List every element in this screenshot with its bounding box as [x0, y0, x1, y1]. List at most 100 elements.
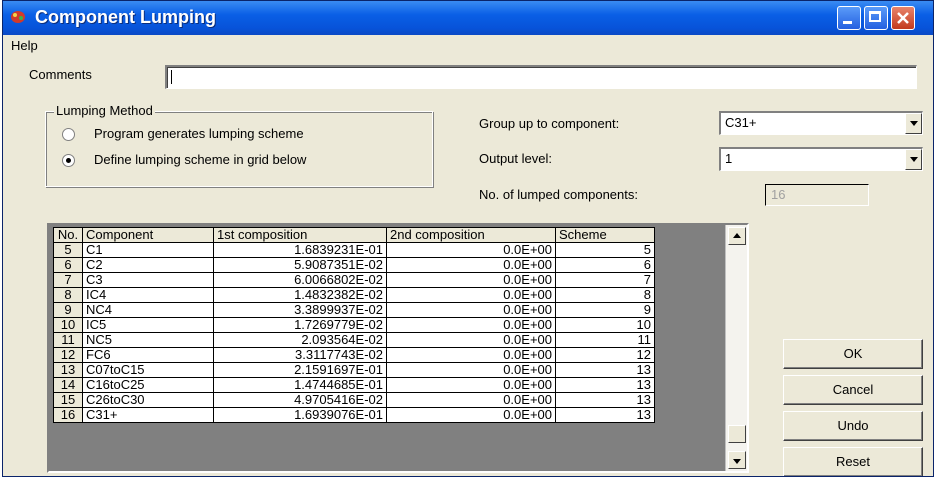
table-row: 16 C31+ 1.6939076E-01 0.0E+00 13: [53, 407, 655, 423]
cell-second-composition[interactable]: 0.0E+00: [386, 362, 556, 378]
cell-component[interactable]: NC5: [82, 332, 214, 348]
cell-second-composition[interactable]: 0.0E+00: [386, 257, 556, 273]
lumping-method-group: Lumping Method Program generates lumping…: [45, 103, 433, 187]
cell-second-composition[interactable]: 0.0E+00: [386, 317, 556, 333]
cell-scheme[interactable]: 7: [555, 272, 655, 288]
cell-second-composition[interactable]: 0.0E+00: [386, 377, 556, 393]
menu-bar: Help: [3, 35, 933, 57]
cell-component[interactable]: NC4: [82, 302, 214, 318]
cell-first-composition[interactable]: 1.7269779E-02: [213, 317, 387, 333]
scroll-thumb[interactable]: [728, 425, 746, 443]
header-component[interactable]: Component: [82, 227, 214, 243]
radio-define-scheme[interactable]: [62, 154, 75, 167]
cell-second-composition[interactable]: 0.0E+00: [386, 347, 556, 363]
cell-second-composition[interactable]: 0.0E+00: [386, 407, 556, 423]
cell-scheme[interactable]: 13: [555, 377, 655, 393]
cell-scheme[interactable]: 8: [555, 287, 655, 303]
cell-first-composition[interactable]: 5.9087351E-02: [213, 257, 387, 273]
cell-scheme[interactable]: 11: [555, 332, 655, 348]
comments-input[interactable]: [165, 65, 917, 89]
output-level-dropdown-button[interactable]: [905, 149, 922, 170]
cell-component[interactable]: C07toC15: [82, 362, 214, 378]
app-icon: [11, 11, 25, 23]
cell-no: 16: [53, 407, 83, 423]
cell-no: 10: [53, 317, 83, 333]
cell-second-composition[interactable]: 0.0E+00: [386, 242, 556, 258]
cell-second-composition[interactable]: 0.0E+00: [386, 287, 556, 303]
cancel-button[interactable]: Cancel: [783, 375, 923, 405]
cell-no: 7: [53, 272, 83, 288]
cell-first-composition[interactable]: 1.6939076E-01: [213, 407, 387, 423]
cell-second-composition[interactable]: 0.0E+00: [386, 392, 556, 408]
cell-first-composition[interactable]: 2.093564E-02: [213, 332, 387, 348]
cell-scheme[interactable]: 13: [555, 362, 655, 378]
cell-first-composition[interactable]: 6.0066802E-02: [213, 272, 387, 288]
cell-first-composition[interactable]: 3.3117743E-02: [213, 347, 387, 363]
cell-scheme[interactable]: 6: [555, 257, 655, 273]
radio-selected-dot: [66, 158, 71, 163]
header-no[interactable]: No.: [53, 227, 83, 243]
cell-component[interactable]: IC5: [82, 317, 214, 333]
cell-scheme[interactable]: 5: [555, 242, 655, 258]
cell-no: 15: [53, 392, 83, 408]
group-up-dropdown-button[interactable]: [905, 113, 922, 134]
cell-no: 14: [53, 377, 83, 393]
header-scheme[interactable]: Scheme: [555, 227, 655, 243]
table-row: 12 FC6 3.3117743E-02 0.0E+00 12: [53, 347, 655, 363]
cell-no: 12: [53, 347, 83, 363]
cell-scheme[interactable]: 9: [555, 302, 655, 318]
scroll-up-button[interactable]: [728, 227, 746, 245]
cell-first-composition[interactable]: 3.3899937E-02: [213, 302, 387, 318]
close-button[interactable]: [891, 6, 915, 30]
cell-first-composition[interactable]: 2.1591697E-01: [213, 362, 387, 378]
cell-first-composition[interactable]: 1.4744685E-01: [213, 377, 387, 393]
table-row: 5 C1 1.6839231E-01 0.0E+00 5: [53, 242, 655, 258]
cell-component[interactable]: C2: [82, 257, 214, 273]
maximize-icon: [869, 11, 881, 22]
cell-component[interactable]: FC6: [82, 347, 214, 363]
minimize-button[interactable]: [837, 6, 861, 30]
cell-scheme[interactable]: 13: [555, 392, 655, 408]
reset-button[interactable]: Reset: [783, 447, 923, 476]
cell-component[interactable]: C31+: [82, 407, 214, 423]
cell-component[interactable]: C16toC25: [82, 377, 214, 393]
table-row: 15 C26toC30 4.9705416E-02 0.0E+00 13: [53, 392, 655, 408]
cell-component[interactable]: C3: [82, 272, 214, 288]
cell-component[interactable]: C1: [82, 242, 214, 258]
text-caret: [171, 70, 172, 84]
header-first-composition[interactable]: 1st composition: [213, 227, 387, 243]
table-header-row: No. Component 1st composition 2nd compos…: [53, 227, 655, 243]
title-bar[interactable]: Component Lumping: [3, 1, 933, 35]
window-title: Component Lumping: [35, 7, 216, 27]
ok-button[interactable]: OK: [783, 339, 923, 369]
cell-second-composition[interactable]: 0.0E+00: [386, 302, 556, 318]
menu-help[interactable]: Help: [11, 38, 38, 53]
cell-second-composition[interactable]: 0.0E+00: [386, 272, 556, 288]
header-second-composition[interactable]: 2nd composition: [386, 227, 556, 243]
cell-first-composition[interactable]: 1.6839231E-01: [213, 242, 387, 258]
cell-first-composition[interactable]: 4.9705416E-02: [213, 392, 387, 408]
cell-component[interactable]: IC4: [82, 287, 214, 303]
group-up-select[interactable]: C31+: [719, 111, 923, 135]
minimize-icon: [843, 21, 852, 24]
output-level-select[interactable]: 1: [719, 147, 923, 171]
lumped-components-label: No. of lumped components:: [479, 187, 638, 202]
radio-program-generates-label[interactable]: Program generates lumping scheme: [94, 126, 304, 141]
cell-no: 8: [53, 287, 83, 303]
maximize-button[interactable]: [864, 6, 888, 30]
undo-button[interactable]: Undo: [783, 411, 923, 441]
scroll-down-button[interactable]: [728, 451, 746, 469]
cell-scheme[interactable]: 12: [555, 347, 655, 363]
lumping-table: No. Component 1st composition 2nd compos…: [53, 227, 655, 423]
lumping-grid[interactable]: No. Component 1st composition 2nd compos…: [47, 223, 749, 473]
cell-scheme[interactable]: 13: [555, 407, 655, 423]
radio-define-scheme-label[interactable]: Define lumping scheme in grid below: [94, 152, 306, 167]
cell-component[interactable]: C26toC30: [82, 392, 214, 408]
cell-scheme[interactable]: 10: [555, 317, 655, 333]
cell-first-composition[interactable]: 1.4832382E-02: [213, 287, 387, 303]
radio-program-generates[interactable]: [62, 128, 75, 141]
cell-second-composition[interactable]: 0.0E+00: [386, 332, 556, 348]
grid-vertical-scrollbar[interactable]: [725, 225, 747, 471]
cell-no: 9: [53, 302, 83, 318]
chevron-down-icon: [733, 459, 741, 464]
